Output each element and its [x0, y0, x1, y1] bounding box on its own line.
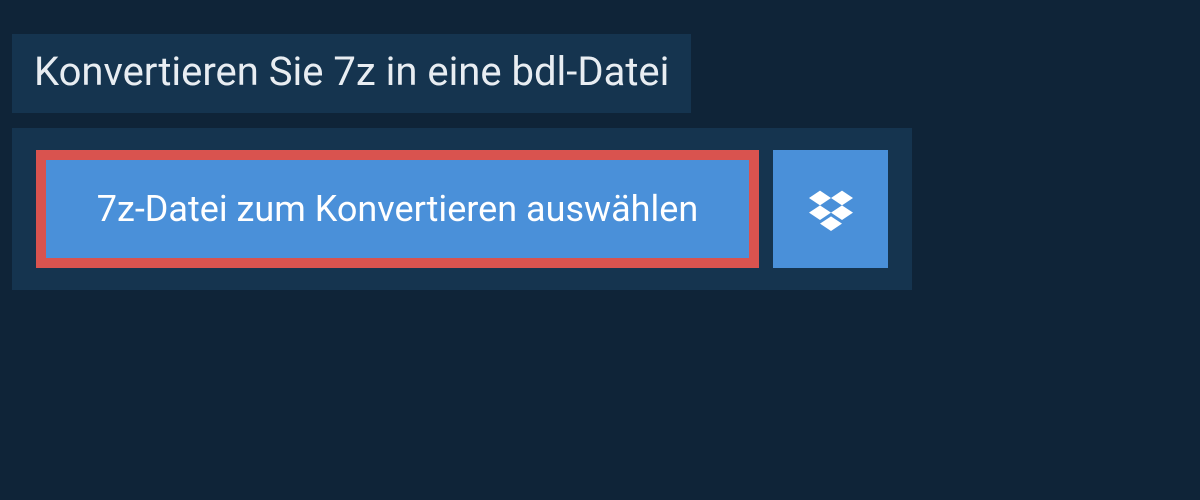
dropbox-button[interactable] — [773, 150, 888, 268]
dropbox-icon — [809, 187, 853, 231]
upload-panel: 7z-Datei zum Konvertieren auswählen — [12, 128, 912, 290]
upload-button-row: 7z-Datei zum Konvertieren auswählen — [36, 150, 888, 268]
select-file-label: 7z-Datei zum Konvertieren auswählen — [97, 188, 699, 230]
header-bar: Konvertieren Sie 7z in eine bdl-Datei — [12, 34, 691, 113]
select-file-button[interactable]: 7z-Datei zum Konvertieren auswählen — [36, 150, 759, 268]
page-title: Konvertieren Sie 7z in eine bdl-Datei — [12, 34, 691, 113]
